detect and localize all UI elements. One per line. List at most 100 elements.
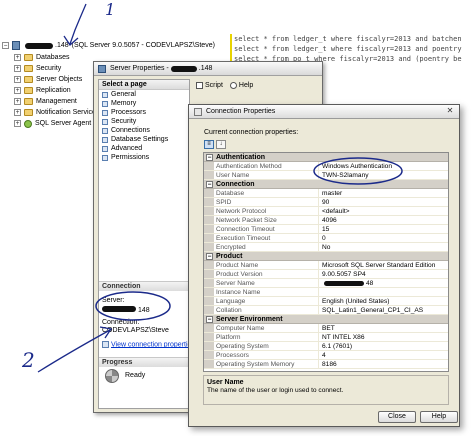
- property-row[interactable]: Computer Name BET: [204, 324, 448, 333]
- category-label: Server Environment: [216, 315, 283, 323]
- property-category[interactable]: − Product: [204, 252, 448, 261]
- property-value: master: [322, 190, 343, 197]
- dialog-title-bar[interactable]: Server Properties - .148: [94, 62, 322, 76]
- page-database-settings[interactable]: Database Settings: [99, 135, 189, 144]
- collapse-icon[interactable]: −: [2, 42, 9, 49]
- collapse-icon[interactable]: −: [206, 153, 213, 161]
- property-row[interactable]: Connection Timeout 15: [204, 225, 448, 234]
- property-row[interactable]: Network Protocol <default>: [204, 207, 448, 216]
- tree-item-label: Management: [36, 98, 77, 105]
- alphabetical-sort-icon[interactable]: ↓: [216, 140, 226, 149]
- properties-icon: [194, 107, 202, 116]
- property-row[interactable]: User Name TWN-S2lamany: [204, 171, 448, 180]
- page-general[interactable]: General: [99, 90, 189, 99]
- tree-item-label: Notification Services: [36, 109, 100, 116]
- tree-item-security[interactable]: + Security: [14, 63, 61, 74]
- categorized-view-icon[interactable]: ≡: [204, 140, 214, 149]
- property-row[interactable]: Platform NT INTEL X86: [204, 333, 448, 342]
- folder-icon: [24, 54, 33, 61]
- property-row[interactable]: Product Version 9.00.5057 SP4: [204, 270, 448, 279]
- property-row[interactable]: Execution Timeout 0: [204, 234, 448, 243]
- page-icon: [102, 127, 108, 134]
- view-connection-properties-link[interactable]: View connection properties: [102, 341, 195, 348]
- row-gutter: [204, 333, 214, 341]
- expand-icon[interactable]: +: [14, 76, 21, 83]
- expand-icon[interactable]: +: [14, 98, 21, 105]
- tree-item-server-objects[interactable]: + Server Objects: [14, 74, 82, 85]
- connection-value: CODEVLAPSZ\Steve: [102, 327, 169, 334]
- connection-label: Connection:: [102, 319, 140, 326]
- property-row[interactable]: Language English (United States): [204, 297, 448, 306]
- progress-section-header: Progress: [99, 357, 189, 367]
- property-row[interactable]: Processors 4: [204, 351, 448, 360]
- description-text: The name of the user or login used to co…: [207, 387, 344, 394]
- tree-item-sql-server-agent[interactable]: + SQL Server Agent: [14, 118, 91, 129]
- tree-item-databases[interactable]: + Databases: [14, 52, 69, 63]
- help-button[interactable]: Help: [228, 81, 255, 89]
- tree-item-replication[interactable]: + Replication: [14, 85, 71, 96]
- property-name: User Name: [214, 171, 319, 179]
- page-permissions[interactable]: Permissions: [99, 153, 189, 162]
- row-gutter: [204, 297, 214, 305]
- collapse-icon[interactable]: −: [206, 315, 213, 323]
- folder-icon: [24, 65, 33, 72]
- page-security[interactable]: Security: [99, 117, 189, 126]
- script-button[interactable]: Script: [194, 81, 225, 89]
- tree-item-notification-services[interactable]: + Notification Services: [14, 107, 99, 118]
- expand-icon[interactable]: +: [14, 65, 21, 72]
- property-row[interactable]: Database master: [204, 189, 448, 198]
- row-gutter: [204, 225, 214, 233]
- property-category[interactable]: − Authentication: [204, 153, 448, 162]
- dialog-title: Connection Properties: [206, 108, 276, 115]
- property-row[interactable]: Collation SQL_Latin1_General_CP1_CI_AS: [204, 306, 448, 315]
- property-name: Platform: [214, 333, 319, 341]
- property-name: Collation: [214, 306, 319, 314]
- row-gutter: [204, 207, 214, 215]
- property-row[interactable]: Instance Name: [204, 288, 448, 297]
- close-button[interactable]: Close: [378, 411, 416, 423]
- page-connections[interactable]: Connections: [99, 126, 189, 135]
- row-gutter: [204, 171, 214, 179]
- property-row[interactable]: Server Name 48: [204, 279, 448, 288]
- annotation-number-2: 2: [22, 348, 35, 372]
- property-value: SQL_Latin1_General_CP1_CI_AS: [322, 307, 424, 314]
- redacted-server-name: [170, 65, 197, 72]
- property-name: Authentication Method: [214, 162, 319, 170]
- page-advanced[interactable]: Advanced: [99, 144, 189, 153]
- server-node[interactable]: − .148 (SQL Server 9.0.5057 - CODEVLAPSZ…: [2, 40, 215, 51]
- redacted-server-name: [102, 306, 136, 312]
- property-row[interactable]: Operating System Memory 8186: [204, 360, 448, 369]
- property-row[interactable]: Operating System 6.1 (7601): [204, 342, 448, 351]
- page-memory[interactable]: Memory: [99, 99, 189, 108]
- dialog-title-bar[interactable]: Connection Properties ✕: [189, 105, 459, 119]
- category-label: Authentication: [216, 153, 265, 161]
- property-row[interactable]: Product Name Microsoft SQL Server Standar…: [204, 261, 448, 270]
- tree-item-management[interactable]: + Management: [14, 96, 77, 107]
- expand-icon[interactable]: +: [14, 87, 21, 94]
- property-row[interactable]: Network Packet Size 4096: [204, 216, 448, 225]
- row-gutter: [204, 198, 214, 206]
- property-grid: − Authentication Authentication Method Wind…: [203, 152, 449, 372]
- query-editor[interactable]: select * from ledger_t where fiscalyr=20…: [230, 34, 474, 64]
- description-title: User Name: [207, 379, 244, 386]
- help-button[interactable]: Help: [420, 411, 458, 423]
- collapse-icon[interactable]: −: [206, 180, 213, 188]
- expand-icon[interactable]: +: [14, 54, 21, 61]
- property-row[interactable]: Authentication Method Windows Authenticat…: [204, 162, 448, 171]
- expand-icon[interactable]: +: [14, 120, 21, 127]
- expand-icon[interactable]: +: [14, 109, 21, 116]
- server-value-suffix: 148: [138, 307, 150, 314]
- property-row[interactable]: Encrypted No: [204, 243, 448, 252]
- property-name: Instance Name: [214, 288, 319, 296]
- collapse-icon[interactable]: −: [206, 252, 213, 260]
- property-category[interactable]: − Connection: [204, 180, 448, 189]
- close-icon[interactable]: ✕: [445, 107, 455, 116]
- help-label: Help: [238, 81, 254, 89]
- folder-icon: [24, 87, 33, 94]
- page-processors[interactable]: Processors: [99, 108, 189, 117]
- page-icon: [102, 109, 108, 116]
- page-label: Memory: [111, 100, 137, 107]
- property-category[interactable]: − Server Environment: [204, 315, 448, 324]
- property-row[interactable]: SPID 90: [204, 198, 448, 207]
- row-gutter: [204, 216, 214, 224]
